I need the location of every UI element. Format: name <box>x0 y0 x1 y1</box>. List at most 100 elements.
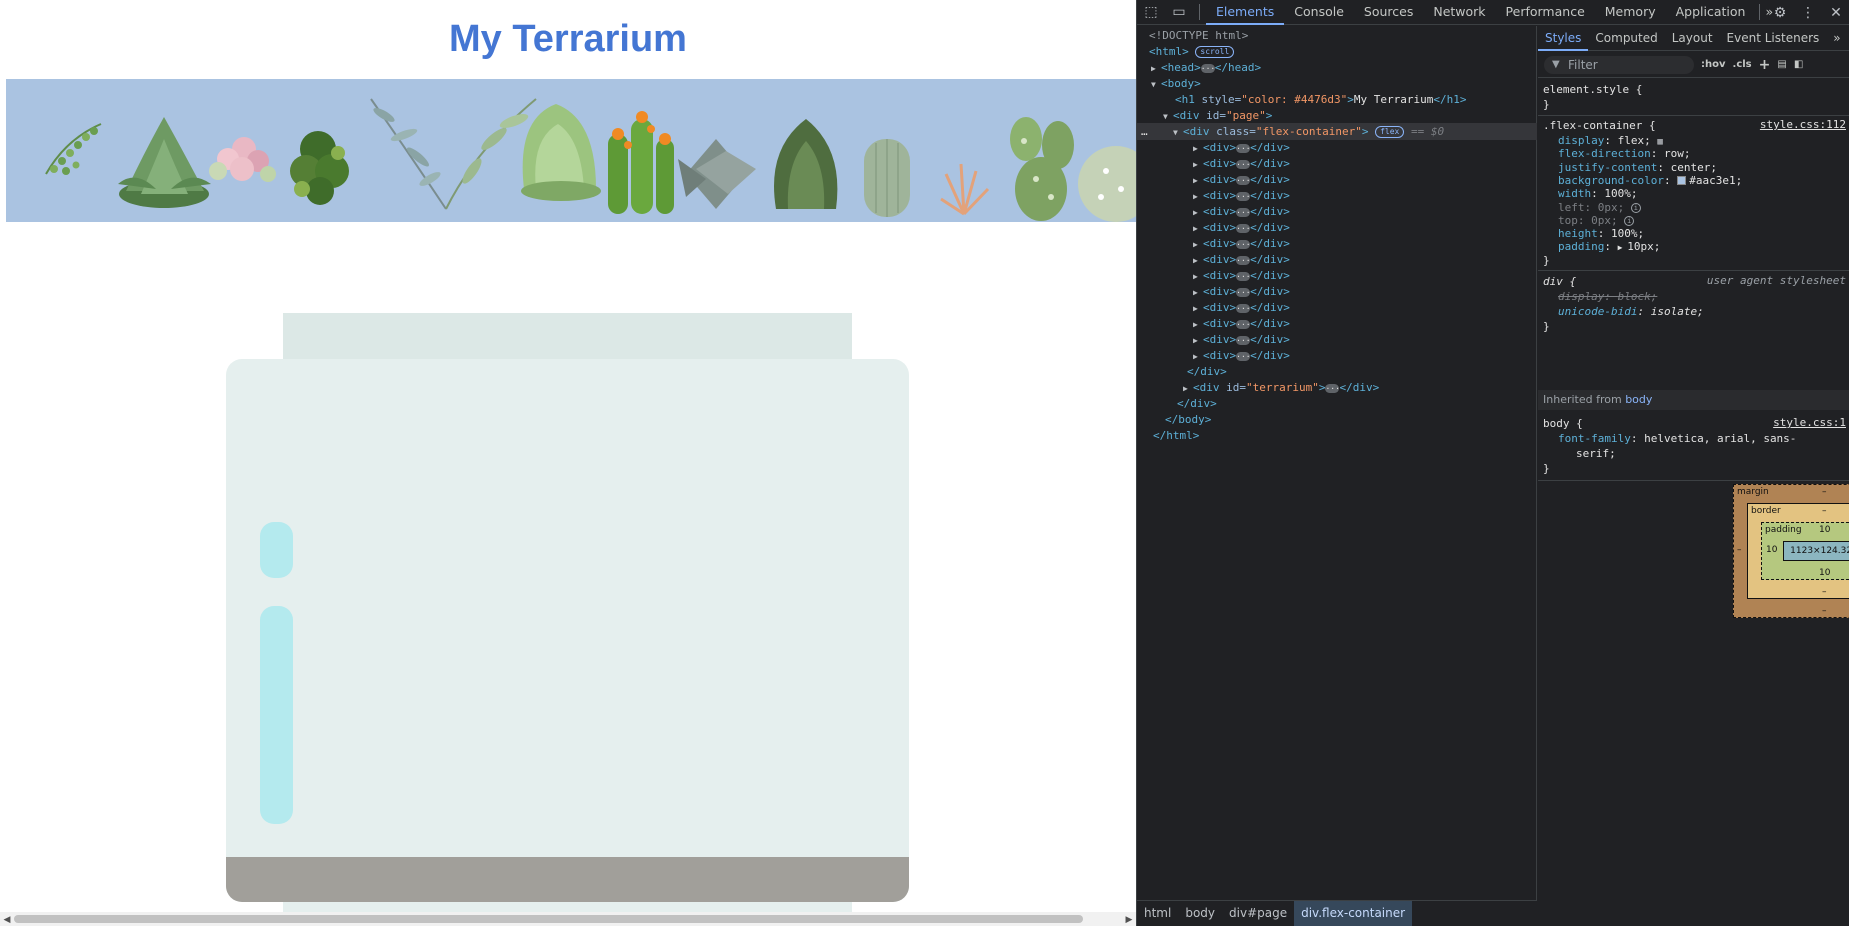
scroll-badge[interactable]: scroll <box>1195 46 1235 58</box>
expand-arrow-icon[interactable]: ▶ <box>1193 301 1203 317</box>
tab-event-listeners[interactable]: Event Listeners <box>1720 26 1827 51</box>
expand-arrow-icon[interactable]: ▶ <box>1193 157 1203 173</box>
tab-elements[interactable]: Elements <box>1206 0 1285 25</box>
device-toolbar-icon[interactable]: ▭ <box>1165 0 1193 25</box>
flex-child-div-node[interactable]: ▶ <div>···</div> <box>1193 332 1290 348</box>
plant-13[interactable] <box>1010 117 1074 221</box>
border-bottom-value[interactable]: – <box>1822 587 1827 597</box>
plant-5[interactable] <box>370 98 447 210</box>
plant-9[interactable] <box>678 139 756 209</box>
plant-11[interactable] <box>864 139 910 217</box>
expand-arrow-icon[interactable]: ▶ <box>1193 333 1203 349</box>
flex-child-div-node[interactable]: ▶ <div>···</div> <box>1193 348 1290 364</box>
expand-arrow-icon[interactable]: ▶ <box>1193 253 1203 269</box>
breadcrumb-body[interactable]: body <box>1178 901 1222 926</box>
page-div-node[interactable]: ▼ <div id="page"> <box>1163 108 1272 124</box>
body-selector[interactable]: body { <box>1543 416 1583 431</box>
ua-prop-unicode-bidi[interactable]: unicode-bidi: isolate; <box>1558 304 1704 319</box>
expand-arrow-icon[interactable]: ▶ <box>1193 349 1203 365</box>
inspect-icon[interactable]: ⬚ <box>1137 0 1165 25</box>
flex-child-div-node[interactable]: ▶ <div>···</div> <box>1193 172 1290 188</box>
plant-1[interactable] <box>45 123 102 175</box>
expand-arrow-icon[interactable]: ▶ <box>1193 285 1203 301</box>
scrollbar-thumb[interactable] <box>14 915 1083 923</box>
tab-network[interactable]: Network <box>1423 0 1495 25</box>
ellipsis-badge[interactable]: ··· <box>1236 319 1251 329</box>
ellipsis-badge[interactable]: ··· <box>1325 383 1340 393</box>
color-swatch[interactable] <box>1677 176 1687 186</box>
more-vertical-icon[interactable]: ⋮ <box>1794 0 1822 25</box>
collapse-arrow-icon[interactable]: ▼ <box>1151 77 1161 93</box>
plant-14[interactable] <box>1078 146 1136 222</box>
plant-7[interactable] <box>521 104 601 201</box>
flex-container-node[interactable]: ▼ <div class="flex-container"> flex == $0 <box>1173 124 1444 140</box>
toggle-sidebar-icon[interactable]: ◧ <box>1794 59 1803 70</box>
terrarium-node[interactable]: ▶ <div id="terrarium">···</div> <box>1183 380 1379 396</box>
info-icon[interactable]: i <box>1624 215 1635 226</box>
ellipsis-badge[interactable]: ··· <box>1236 239 1251 249</box>
tab-console[interactable]: Console <box>1284 0 1354 25</box>
html-node[interactable]: <html> scroll <box>1149 44 1235 60</box>
body-close[interactable]: </body> <box>1165 412 1211 428</box>
ellipsis-badge[interactable]: ··· <box>1236 271 1251 281</box>
inherited-from-link[interactable]: body <box>1625 393 1652 406</box>
html-close[interactable]: </html> <box>1153 428 1199 444</box>
body-source-link[interactable]: style.css:1 <box>1773 416 1846 429</box>
flex-child-div-node[interactable]: ▶ <div>···</div> <box>1193 268 1290 284</box>
settings-icon[interactable]: ⚙ <box>1766 0 1794 25</box>
ellipsis-badge[interactable]: ··· <box>1236 207 1251 217</box>
div-selector[interactable]: div { <box>1543 274 1576 289</box>
scroll-left-icon[interactable]: ◀ <box>0 912 14 926</box>
flex-child-div-node[interactable]: ▶ <div>···</div> <box>1193 236 1290 252</box>
flex-child-div-node[interactable]: ▶ <div>···</div> <box>1193 300 1290 316</box>
ellipsis-badge[interactable]: ··· <box>1236 303 1251 313</box>
plant-12[interactable] <box>940 163 990 216</box>
expand-arrow-icon[interactable]: ▶ <box>1193 141 1203 157</box>
plant-2[interactable] <box>118 117 211 208</box>
expand-arrow-icon[interactable]: ▶ <box>1193 205 1203 221</box>
box-model-content[interactable]: 1123×124.328 <box>1783 541 1849 561</box>
ellipsis-badge[interactable]: ··· <box>1236 143 1251 153</box>
plant-8[interactable] <box>608 111 674 214</box>
expand-arrow-icon[interactable]: ▶ <box>1193 221 1203 237</box>
plant-4[interactable] <box>290 131 349 205</box>
expand-arrow-icon[interactable]: ▶ <box>1193 269 1203 285</box>
margin-top-value[interactable]: – <box>1822 487 1827 497</box>
expand-arrow-icon[interactable]: ▶ <box>1193 189 1203 205</box>
ellipsis-badge[interactable]: ··· <box>1236 175 1251 185</box>
flex-child-div-node[interactable]: ▶ <div>···</div> <box>1193 252 1290 268</box>
box-model-margin[interactable]: margin – – – – border – – padding 10 10 … <box>1733 484 1849 618</box>
flex-child-div-node[interactable]: ▶ <div>···</div> <box>1193 204 1290 220</box>
close-icon[interactable]: ✕ <box>1822 0 1849 25</box>
flex-container-close[interactable]: </div> <box>1187 364 1227 380</box>
head-node[interactable]: ▶ <head>···</head> <box>1151 60 1261 76</box>
ellipsis-badge[interactable]: ··· <box>1236 159 1251 169</box>
flex-child-div-node[interactable]: ▶ <div>···</div> <box>1193 188 1290 204</box>
info-icon[interactable]: i <box>1630 202 1641 213</box>
gutter-dots[interactable]: … <box>1141 124 1148 140</box>
flex-badge[interactable]: flex <box>1375 126 1405 138</box>
filter-input[interactable]: ▼ Filter <box>1544 55 1694 74</box>
breadcrumb-div-flex-container[interactable]: div.flex-container <box>1294 900 1413 926</box>
prop-padding[interactable]: padding: ▶ 10px; <box>1558 239 1660 254</box>
collapse-arrow-icon[interactable]: ▼ <box>1173 125 1183 141</box>
box-model-padding[interactable]: padding 10 10 10 10 1123×124.328 <box>1761 522 1849 580</box>
flex-source-link[interactable]: style.css:112 <box>1760 118 1846 131</box>
paint-icon[interactable]: ▤ <box>1777 59 1786 70</box>
breadcrumb-html[interactable]: html <box>1137 901 1178 926</box>
body-prop-font-family[interactable]: font-family: helvetica, arial, sans- <box>1558 431 1796 446</box>
ellipsis-badge[interactable]: ··· <box>1236 351 1251 361</box>
horizontal-scrollbar[interactable]: ◀ ▶ <box>0 912 1136 926</box>
flex-child-div-node[interactable]: ▶ <div>···</div> <box>1193 156 1290 172</box>
more-tabs-icon[interactable]: » <box>1826 26 1847 51</box>
margin-left-value[interactable]: – <box>1737 545 1742 555</box>
ellipsis-badge[interactable]: ··· <box>1236 223 1251 233</box>
ellipsis-badge[interactable]: ··· <box>1200 63 1215 73</box>
page-div-close[interactable]: </div> <box>1177 396 1217 412</box>
flex-container-selector[interactable]: .flex-container { <box>1543 118 1656 133</box>
body-node[interactable]: ▼ <body> <box>1151 76 1201 92</box>
tab-performance[interactable]: Performance <box>1496 0 1595 25</box>
scroll-right-icon[interactable]: ▶ <box>1122 912 1136 926</box>
expand-arrow-icon[interactable]: ▶ <box>1193 237 1203 253</box>
tab-memory[interactable]: Memory <box>1595 0 1666 25</box>
